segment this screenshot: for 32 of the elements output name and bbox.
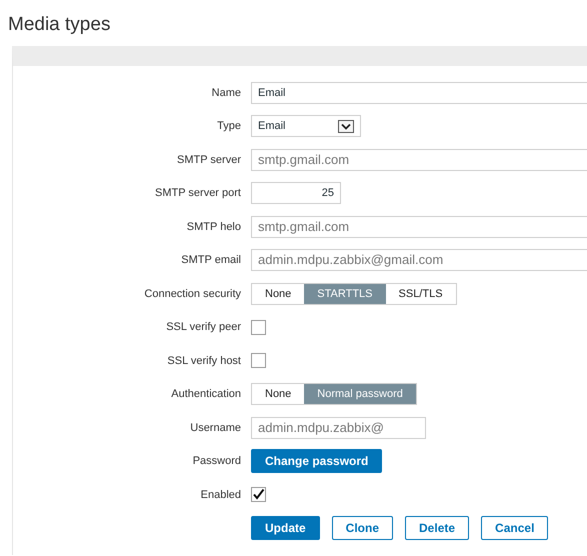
input-field[interactable]: Email [251,82,587,104]
change-password-button[interactable]: Change password [251,449,382,474]
checkbox[interactable] [251,487,266,502]
form-button[interactable]: Delete [405,516,470,540]
field-label: SMTP server [176,154,242,166]
field-label: Password [192,455,242,468]
field-label: Authentication [170,388,242,400]
caret-icon [338,120,354,133]
input-field[interactable]: 25 [251,182,341,204]
field-label: Username [189,422,242,434]
segment-option[interactable]: Normal password [304,384,416,404]
form-button[interactable]: Clone [332,516,394,540]
field-label: Type [216,120,242,132]
form-button[interactable]: Cancel [481,516,548,540]
field-label: SSL verify peer [165,321,242,334]
field-label: SSL verify host [166,354,242,367]
segment-option[interactable]: STARTTLS [304,284,386,304]
input-field[interactable]: smtp.gmail.com [251,148,587,171]
page-title: Media types [8,14,112,36]
input-field[interactable]: admin.mdpu.zabbix@gmail.com [251,249,587,272]
checkbox[interactable] [251,320,266,335]
input-field[interactable]: smtp.gmail.com [251,216,587,238]
type-dropdown[interactable]: Email [251,115,361,138]
checkbox[interactable] [251,353,266,368]
input-field[interactable]: admin.mdpu.zabbix@ [251,416,426,439]
field-label: SMTP helo [186,220,242,233]
field-label: SMTP server port [154,187,242,200]
field-label: SMTP email [180,254,242,266]
form-button[interactable]: Update [251,516,320,540]
field-label: Enabled [200,488,242,501]
field-label: Connection security [143,288,242,300]
field-label: Name [210,86,242,99]
